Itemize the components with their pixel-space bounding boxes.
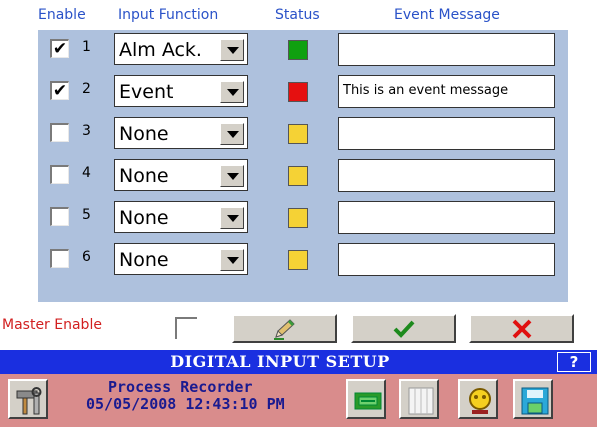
input-function-value-1: Alm Ack. bbox=[119, 39, 202, 61]
input-number-6: 6 bbox=[82, 249, 91, 265]
input-row-2: ✔ 2 Event This is an event message bbox=[38, 72, 568, 111]
input-grid-panel: ✔ 1 Alm Ack. ✔ 2 Event This is an event … bbox=[38, 30, 568, 302]
input-row-4: 4 None bbox=[38, 156, 568, 195]
title-bar: DIGITAL INPUT SETUP ? bbox=[0, 350, 597, 374]
status-indicator-6 bbox=[288, 250, 308, 270]
memory-card-button[interactable] bbox=[346, 379, 386, 419]
alarm-button[interactable] bbox=[458, 379, 498, 419]
input-function-select-2[interactable]: Event bbox=[114, 75, 248, 107]
input-row-5: 5 None bbox=[38, 198, 568, 237]
save-disk-icon bbox=[521, 387, 549, 415]
bottom-toolbar: Process Recorder 05/05/2008 12:43:10 PM bbox=[0, 374, 597, 427]
chart-grid-icon bbox=[408, 387, 434, 415]
event-message-field-5[interactable] bbox=[338, 201, 555, 234]
header-enable: Enable bbox=[38, 7, 86, 23]
header-input-function: Input Function bbox=[118, 7, 219, 23]
input-row-6: 6 None bbox=[38, 240, 568, 279]
header-status: Status bbox=[275, 7, 320, 23]
enable-checkbox-5[interactable] bbox=[50, 207, 69, 226]
event-message-field-1[interactable] bbox=[338, 33, 555, 66]
x-icon bbox=[512, 319, 532, 339]
recorder-name: Process Recorder bbox=[108, 378, 253, 396]
edit-button[interactable] bbox=[232, 314, 337, 343]
ok-button[interactable] bbox=[351, 314, 456, 343]
dropdown-arrow-icon[interactable] bbox=[220, 123, 244, 145]
enable-checkbox-2[interactable]: ✔ bbox=[50, 81, 69, 100]
input-function-value-6: None bbox=[119, 249, 169, 271]
input-function-select-4[interactable]: None bbox=[114, 159, 248, 191]
event-message-field-6[interactable] bbox=[338, 243, 555, 276]
master-enable-label: Master Enable bbox=[2, 317, 102, 333]
checkmark-icon bbox=[393, 320, 415, 338]
event-message-field-4[interactable] bbox=[338, 159, 555, 192]
enable-checkbox-1[interactable]: ✔ bbox=[50, 39, 69, 58]
input-row-3: 3 None bbox=[38, 114, 568, 153]
enable-checkbox-4[interactable] bbox=[50, 165, 69, 184]
input-function-select-1[interactable]: Alm Ack. bbox=[114, 33, 248, 65]
input-function-select-3[interactable]: None bbox=[114, 117, 248, 149]
status-indicator-2 bbox=[288, 82, 308, 102]
input-number-1: 1 bbox=[82, 39, 91, 55]
tools-button[interactable] bbox=[8, 379, 48, 419]
status-indicator-1 bbox=[288, 40, 308, 60]
input-row-1: ✔ 1 Alm Ack. bbox=[38, 30, 568, 69]
input-function-value-2: Event bbox=[119, 81, 174, 103]
dropdown-arrow-icon[interactable] bbox=[220, 207, 244, 229]
status-indicator-3 bbox=[288, 124, 308, 144]
status-indicator-5 bbox=[288, 208, 308, 228]
chart-view-button[interactable] bbox=[399, 379, 439, 419]
memory-card-icon bbox=[354, 392, 382, 410]
input-number-5: 5 bbox=[82, 207, 91, 223]
input-number-2: 2 bbox=[82, 81, 91, 97]
enable-checkbox-3[interactable] bbox=[50, 123, 69, 142]
event-message-field-2[interactable]: This is an event message bbox=[338, 75, 555, 108]
status-text: Process Recorder 05/05/2008 12:43:10 PM bbox=[86, 379, 285, 413]
input-function-value-3: None bbox=[119, 123, 169, 145]
page-title: DIGITAL INPUT SETUP bbox=[170, 352, 390, 371]
alarm-bell-icon bbox=[469, 388, 491, 414]
help-button[interactable]: ? bbox=[557, 352, 591, 372]
master-enable-checkbox[interactable] bbox=[175, 317, 197, 339]
input-function-value-4: None bbox=[119, 165, 169, 187]
event-message-field-3[interactable] bbox=[338, 117, 555, 150]
date-time: 05/05/2008 12:43:10 PM bbox=[86, 395, 285, 413]
status-indicator-4 bbox=[288, 166, 308, 186]
input-function-select-5[interactable]: None bbox=[114, 201, 248, 233]
save-button[interactable] bbox=[513, 379, 553, 419]
enable-checkbox-6[interactable] bbox=[50, 249, 69, 268]
cancel-button[interactable] bbox=[469, 314, 574, 343]
dropdown-arrow-icon[interactable] bbox=[220, 81, 244, 103]
dropdown-arrow-icon[interactable] bbox=[220, 39, 244, 61]
input-number-3: 3 bbox=[82, 123, 91, 139]
header-event-message: Event Message bbox=[394, 7, 500, 23]
tools-icon bbox=[16, 387, 42, 415]
dropdown-arrow-icon[interactable] bbox=[220, 249, 244, 271]
event-message-text-2: This is an event message bbox=[343, 83, 509, 98]
input-number-4: 4 bbox=[82, 165, 91, 181]
pencil-icon bbox=[274, 319, 295, 340]
input-function-value-5: None bbox=[119, 207, 169, 229]
dropdown-arrow-icon[interactable] bbox=[220, 165, 244, 187]
input-function-select-6[interactable]: None bbox=[114, 243, 248, 275]
